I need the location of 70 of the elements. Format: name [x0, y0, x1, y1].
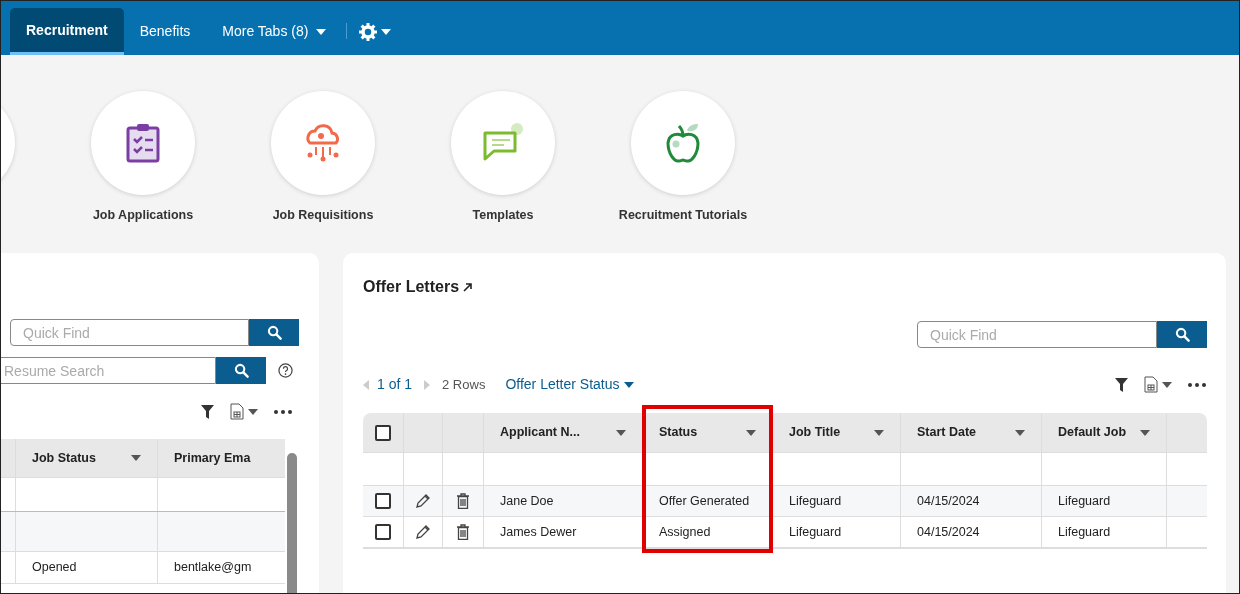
column-header[interactable]: Default Job: [1042, 413, 1167, 452]
column-header[interactable]: Status: [643, 413, 773, 452]
search-button[interactable]: [249, 319, 299, 346]
table-cell: James Dewer: [484, 517, 643, 547]
search-field[interactable]: Quick Find: [10, 319, 249, 346]
search-field[interactable]: Quick Find: [917, 321, 1157, 348]
tile-label[interactable]: Job Applications: [92, 206, 194, 225]
table-cell: Jane Doe: [484, 486, 643, 516]
column-header[interactable]: Job Title: [773, 413, 901, 452]
edit-icon[interactable]: [415, 493, 431, 509]
spreadsheet-icon: [1144, 376, 1158, 393]
tile-label[interactable]: Job Requisitions: [272, 206, 374, 225]
caret-icon: [1015, 429, 1025, 436]
search-field[interactable]: Resume Search: [1, 357, 216, 384]
table-cell: Opened: [16, 552, 158, 583]
help-icon[interactable]: [278, 363, 293, 378]
caret-icon: [623, 381, 634, 388]
caret-icon: [746, 429, 756, 436]
row-checkbox[interactable]: [375, 524, 391, 540]
spreadsheet-icon: [230, 403, 244, 420]
delete-icon[interactable]: [456, 524, 470, 540]
caret-icon: [131, 455, 141, 461]
page-indicator: 1 of 1: [377, 375, 413, 394]
table-cell: Lifeguard: [1042, 486, 1167, 516]
edit-icon[interactable]: [415, 524, 431, 540]
tile-label[interactable]: Templates: [472, 206, 534, 225]
search-icon: [233, 363, 249, 378]
search-icon: [266, 325, 282, 340]
export-button[interactable]: [1144, 376, 1172, 393]
more-icon[interactable]: [274, 409, 292, 414]
column-header[interactable]: Applicant N...: [484, 413, 643, 452]
filter-icon[interactable]: [201, 404, 214, 419]
clipboard-icon: [125, 123, 161, 163]
view-dropdown[interactable]: Offer Letter Status: [505, 374, 634, 395]
nav-tab[interactable]: Recruitment: [10, 8, 124, 55]
table-cell: 04/15/2024: [901, 486, 1042, 516]
row-checkbox[interactable]: [375, 493, 391, 509]
search-button[interactable]: [1157, 321, 1207, 348]
external-link-icon[interactable]: [463, 282, 473, 292]
panel-title[interactable]: Offer Letters: [363, 275, 460, 299]
row-count: 2 Rows: [442, 375, 486, 394]
table-cell: Lifeguard: [773, 486, 901, 516]
column-header[interactable]: Primary Ema: [158, 439, 285, 477]
table-cell: Offer Generated: [643, 486, 773, 516]
column-header[interactable]: Job Status: [16, 439, 158, 477]
caret-icon: [874, 429, 884, 436]
export-button[interactable]: [230, 403, 258, 420]
nav-tab[interactable]: Benefits: [123, 8, 207, 55]
table-cell: Assigned: [643, 517, 773, 547]
settings-icon: [359, 22, 378, 41]
table-cell: 04/15/2024: [901, 517, 1042, 547]
nav-tab[interactable]: More Tabs (8): [206, 8, 343, 55]
table-cell-text: bentlake@gm: [173, 559, 253, 577]
caret-icon: [1140, 429, 1150, 436]
search-button[interactable]: [216, 357, 266, 384]
column-header[interactable]: Start Date: [901, 413, 1042, 452]
caret-icon: [316, 28, 327, 35]
caret-icon: [248, 408, 258, 415]
filter-icon[interactable]: [1115, 377, 1128, 392]
select-all-checkbox[interactable]: [375, 424, 391, 441]
chat-icon: [482, 123, 524, 163]
more-icon[interactable]: [1188, 382, 1206, 387]
caret-icon: [616, 429, 626, 436]
caret-icon: [1162, 381, 1172, 388]
tile-label[interactable]: Recruitment Tutorials: [618, 206, 748, 225]
table-cell: Lifeguard: [773, 517, 901, 547]
search-icon: [1174, 327, 1190, 342]
caret-icon: [381, 28, 392, 35]
table-cell: Lifeguard: [1042, 517, 1167, 547]
delete-icon[interactable]: [456, 493, 470, 509]
